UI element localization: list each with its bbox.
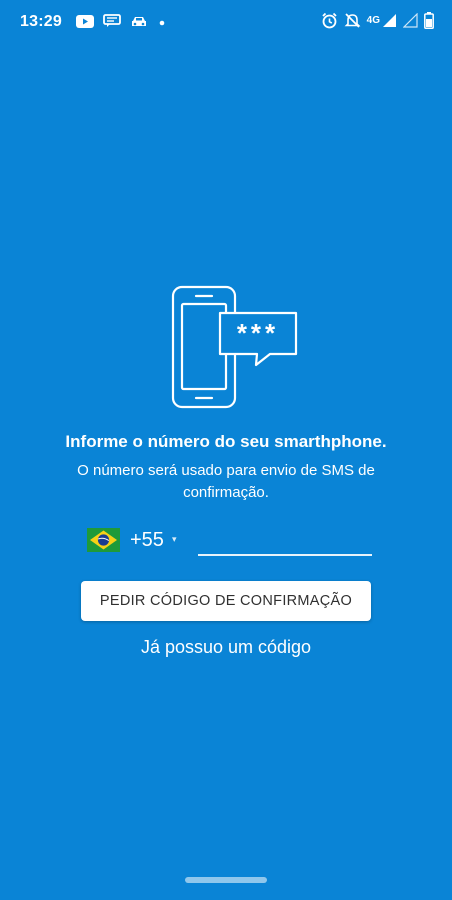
brazil-flag-icon[interactable] bbox=[87, 528, 120, 552]
alarm-icon bbox=[321, 12, 338, 34]
status-system-icons: 4G bbox=[321, 12, 434, 34]
signal-icon bbox=[382, 13, 397, 33]
car-icon bbox=[130, 15, 148, 33]
have-code-link[interactable]: Já possuo um código bbox=[0, 637, 452, 658]
phone-number-input[interactable] bbox=[198, 528, 372, 556]
dot-icon bbox=[157, 15, 167, 33]
phone-sms-illustration: *** bbox=[160, 284, 300, 414]
signal-empty-icon bbox=[402, 12, 418, 33]
battery-icon bbox=[424, 12, 434, 34]
page-title: Informe o número do seu smarthphone. bbox=[65, 432, 387, 451]
status-time: 13:29 bbox=[20, 13, 62, 30]
sms-bubble-icon: *** bbox=[218, 311, 298, 367]
gesture-navigation-handle[interactable] bbox=[185, 877, 267, 883]
sms-bubble-text: *** bbox=[237, 318, 279, 348]
status-bar: 13:29 4G bbox=[0, 0, 452, 44]
request-code-button[interactable]: PEDIR CÓDIGO DE CONFIRMAÇÃO bbox=[81, 581, 371, 621]
chevron-down-icon[interactable]: ▾ bbox=[172, 534, 177, 545]
country-code-selector[interactable]: +55 bbox=[130, 529, 164, 552]
network-type-label: 4G bbox=[366, 14, 380, 26]
mute-icon bbox=[344, 12, 361, 34]
page-subtitle: O número será usado para envio de SMS de… bbox=[77, 462, 375, 501]
status-notification-icons bbox=[76, 14, 167, 33]
youtube-icon bbox=[76, 14, 94, 33]
chat-icon bbox=[103, 14, 121, 33]
